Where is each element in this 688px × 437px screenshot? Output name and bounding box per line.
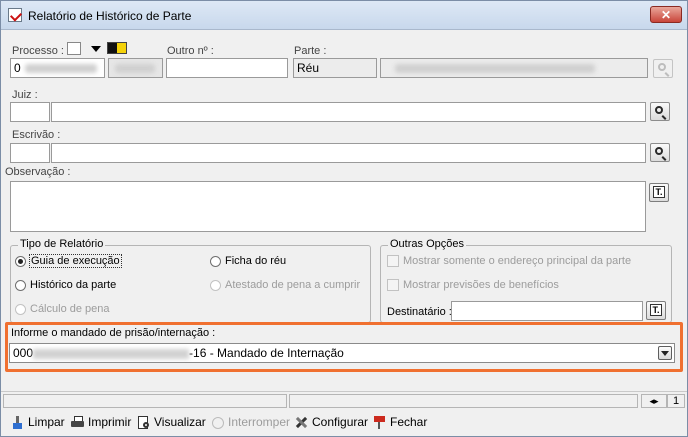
processo-type-icon[interactable] bbox=[67, 42, 81, 55]
search-icon bbox=[655, 147, 663, 155]
configurar-button[interactable]: Configurar bbox=[295, 415, 368, 429]
search-icon bbox=[658, 63, 666, 71]
outro-input[interactable] bbox=[166, 58, 288, 78]
radio-guia-execucao[interactable]: Guia de execução bbox=[15, 254, 122, 268]
status-bar: ◂▸ 1 bbox=[1, 391, 687, 409]
mandado-label: Informe o mandado de prisão/internação : bbox=[11, 327, 216, 339]
status-segment-1 bbox=[3, 394, 287, 408]
close-button[interactable]: ✕ bbox=[650, 6, 682, 23]
juiz-label: Juiz : bbox=[12, 89, 38, 101]
processo-label: Processo : bbox=[12, 45, 64, 57]
processo-input[interactable]: 0 bbox=[10, 58, 105, 78]
redacted-value bbox=[25, 64, 97, 73]
preview-icon bbox=[137, 415, 150, 429]
destinatario-input[interactable] bbox=[451, 301, 643, 321]
juiz-search-button[interactable] bbox=[650, 102, 670, 121]
parte-label: Parte : bbox=[294, 45, 327, 57]
destinatario-label: Destinatário : bbox=[387, 306, 452, 318]
juiz-name-input[interactable] bbox=[51, 102, 646, 122]
radio-historico-parte[interactable]: Histórico da parte bbox=[15, 279, 116, 291]
checkbox-previsoes-beneficios[interactable]: Mostrar previsões de benefícios bbox=[387, 279, 559, 291]
observacao-label: Observação : bbox=[5, 166, 71, 178]
stop-icon bbox=[211, 416, 224, 429]
visualizar-button[interactable]: Visualizar bbox=[137, 415, 206, 429]
radio-ficha-reu[interactable]: Ficha do réu bbox=[210, 255, 286, 267]
imprimir-button[interactable]: Imprimir bbox=[71, 415, 131, 429]
page-number: 1 bbox=[667, 394, 685, 408]
radio-atestado-pena[interactable]: Atestado de pena a cumprir bbox=[210, 279, 360, 291]
escrivao-search-button[interactable] bbox=[650, 143, 670, 162]
juiz-code-input[interactable] bbox=[10, 102, 50, 122]
interromper-button[interactable]: Interromper bbox=[211, 415, 290, 429]
outro-label: Outro nº : bbox=[167, 45, 214, 57]
page-nav-buttons[interactable]: ◂▸ bbox=[641, 394, 667, 408]
checkbox-endereco-principal[interactable]: Mostrar somente o endereço principal da … bbox=[387, 255, 631, 267]
report-window: Relatório de Histórico de Parte ✕ Proces… bbox=[0, 0, 688, 437]
escrivao-name-input[interactable] bbox=[51, 143, 646, 163]
tipo-relatorio-title: Tipo de Relatório bbox=[18, 238, 106, 250]
dropdown-arrow-icon[interactable] bbox=[658, 346, 672, 360]
color-flag-icon[interactable] bbox=[107, 42, 127, 54]
text-editor-icon: T. bbox=[650, 304, 662, 316]
tools-icon bbox=[295, 416, 308, 429]
observacao-textarea[interactable] bbox=[10, 181, 646, 232]
parte-tipo-field[interactable]: Réu bbox=[293, 58, 377, 78]
destinatario-text-button[interactable]: T. bbox=[646, 301, 666, 320]
status-segment-2 bbox=[289, 394, 638, 408]
printer-icon bbox=[71, 415, 84, 429]
brush-icon bbox=[11, 415, 24, 429]
search-icon bbox=[655, 106, 663, 114]
app-icon bbox=[8, 8, 22, 22]
radio-calculo-pena[interactable]: Cálculo de pena bbox=[15, 303, 110, 315]
chevron-down-icon[interactable] bbox=[89, 43, 103, 55]
exit-sign-icon bbox=[373, 415, 386, 429]
window-title: Relatório de Histórico de Parte bbox=[28, 9, 192, 23]
parte-search-button[interactable] bbox=[653, 59, 673, 78]
outras-opcoes-title: Outras Opções bbox=[388, 238, 466, 250]
observacao-text-button[interactable]: T. bbox=[649, 183, 669, 202]
escrivao-label: Escrivão : bbox=[12, 129, 61, 141]
redacted-value bbox=[33, 348, 190, 359]
parte-nome-field[interactable] bbox=[380, 58, 648, 78]
redacted-value bbox=[395, 64, 595, 73]
escrivao-code-input[interactable] bbox=[10, 143, 50, 163]
mandado-select[interactable]: 000 -16 - Mandado de Internação bbox=[9, 343, 675, 363]
processo-complement-input[interactable] bbox=[108, 58, 163, 78]
redacted-value bbox=[115, 64, 155, 73]
text-editor-icon: T. bbox=[653, 186, 665, 198]
bottom-toolbar: Limpar Imprimir Visualizar Interromper C… bbox=[1, 410, 687, 436]
fechar-button[interactable]: Fechar bbox=[373, 415, 427, 429]
limpar-button[interactable]: Limpar bbox=[11, 415, 65, 429]
title-bar: Relatório de Histórico de Parte ✕ bbox=[1, 1, 687, 30]
